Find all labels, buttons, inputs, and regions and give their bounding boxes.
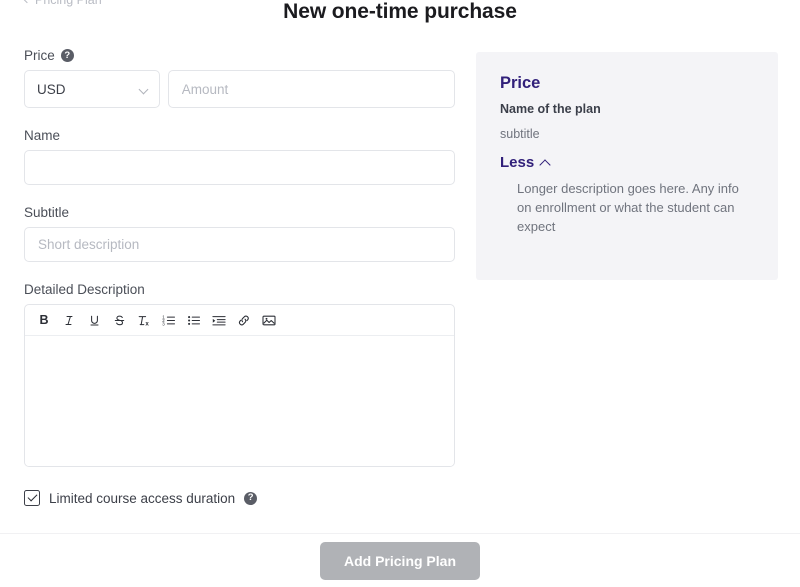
subtitle-field-block: Subtitle — [24, 205, 455, 262]
chevron-up-icon — [539, 158, 551, 171]
clear-formatting-icon[interactable]: x — [133, 309, 155, 331]
plan-preview-panel: Price Name of the plan subtitle Less Lon… — [476, 52, 778, 280]
image-icon[interactable] — [258, 309, 280, 331]
chevron-down-icon — [138, 84, 149, 95]
preview-subtitle: subtitle — [500, 127, 540, 141]
strikethrough-icon[interactable] — [108, 309, 130, 331]
subtitle-input[interactable] — [24, 227, 455, 262]
currency-select[interactable]: USD — [24, 70, 160, 108]
name-label: Name — [24, 128, 61, 143]
currency-select-value: USD — [37, 81, 66, 97]
limited-access-checkbox[interactable] — [24, 490, 40, 506]
check-icon — [27, 491, 37, 502]
subtitle-label: Subtitle — [24, 205, 70, 220]
add-pricing-plan-button[interactable]: Add Pricing Plan — [320, 541, 480, 580]
preview-plan-name: Name of the plan — [500, 102, 601, 116]
new-one-time-purchase-page: Pricing Plan New one-time purchase Price… — [0, 0, 800, 587]
rich-text-editor: B x 1 2 3 — [24, 304, 455, 467]
preview-toggle-less[interactable]: Less — [500, 154, 754, 171]
help-circle-icon[interactable]: ? — [244, 491, 258, 505]
detailed-description-block: Detailed Description B x 1 2 3 — [24, 282, 455, 467]
help-circle-icon[interactable]: ? — [60, 49, 74, 62]
editor-toolbar: B x 1 2 3 — [25, 305, 454, 336]
unordered-list-icon[interactable] — [183, 309, 205, 331]
name-input[interactable] — [24, 150, 455, 185]
price-label-row: Price ? — [24, 48, 455, 63]
preview-title: Price — [500, 74, 541, 92]
price-label: Price — [24, 48, 55, 63]
limited-access-label: Limited course access duration — [49, 490, 236, 506]
preview-toggle-label: Less — [500, 154, 535, 171]
italic-icon[interactable] — [58, 309, 80, 331]
link-icon[interactable] — [233, 309, 255, 331]
name-field-block: Name — [24, 128, 455, 185]
indent-icon[interactable] — [208, 309, 230, 331]
detailed-description-label: Detailed Description — [24, 282, 145, 297]
svg-text:x: x — [145, 320, 149, 327]
ordered-list-icon[interactable]: 1 2 3 — [158, 309, 180, 331]
editor-content-area[interactable] — [25, 336, 454, 466]
underline-icon[interactable] — [83, 309, 105, 331]
page-title: New one-time purchase — [283, 0, 517, 23]
footer-bar: Add Pricing Plan — [0, 534, 800, 587]
bold-icon[interactable]: B — [33, 309, 55, 331]
preview-description: Longer description goes here. Any info o… — [517, 181, 739, 234]
price-row: USD — [24, 70, 455, 108]
pricing-plan-form: Price ? USD Name Subtitle Detailed Descr… — [24, 48, 455, 487]
svg-text:3: 3 — [162, 321, 165, 326]
amount-input[interactable] — [167, 70, 455, 108]
limited-access-row: Limited course access duration ? — [24, 490, 258, 506]
